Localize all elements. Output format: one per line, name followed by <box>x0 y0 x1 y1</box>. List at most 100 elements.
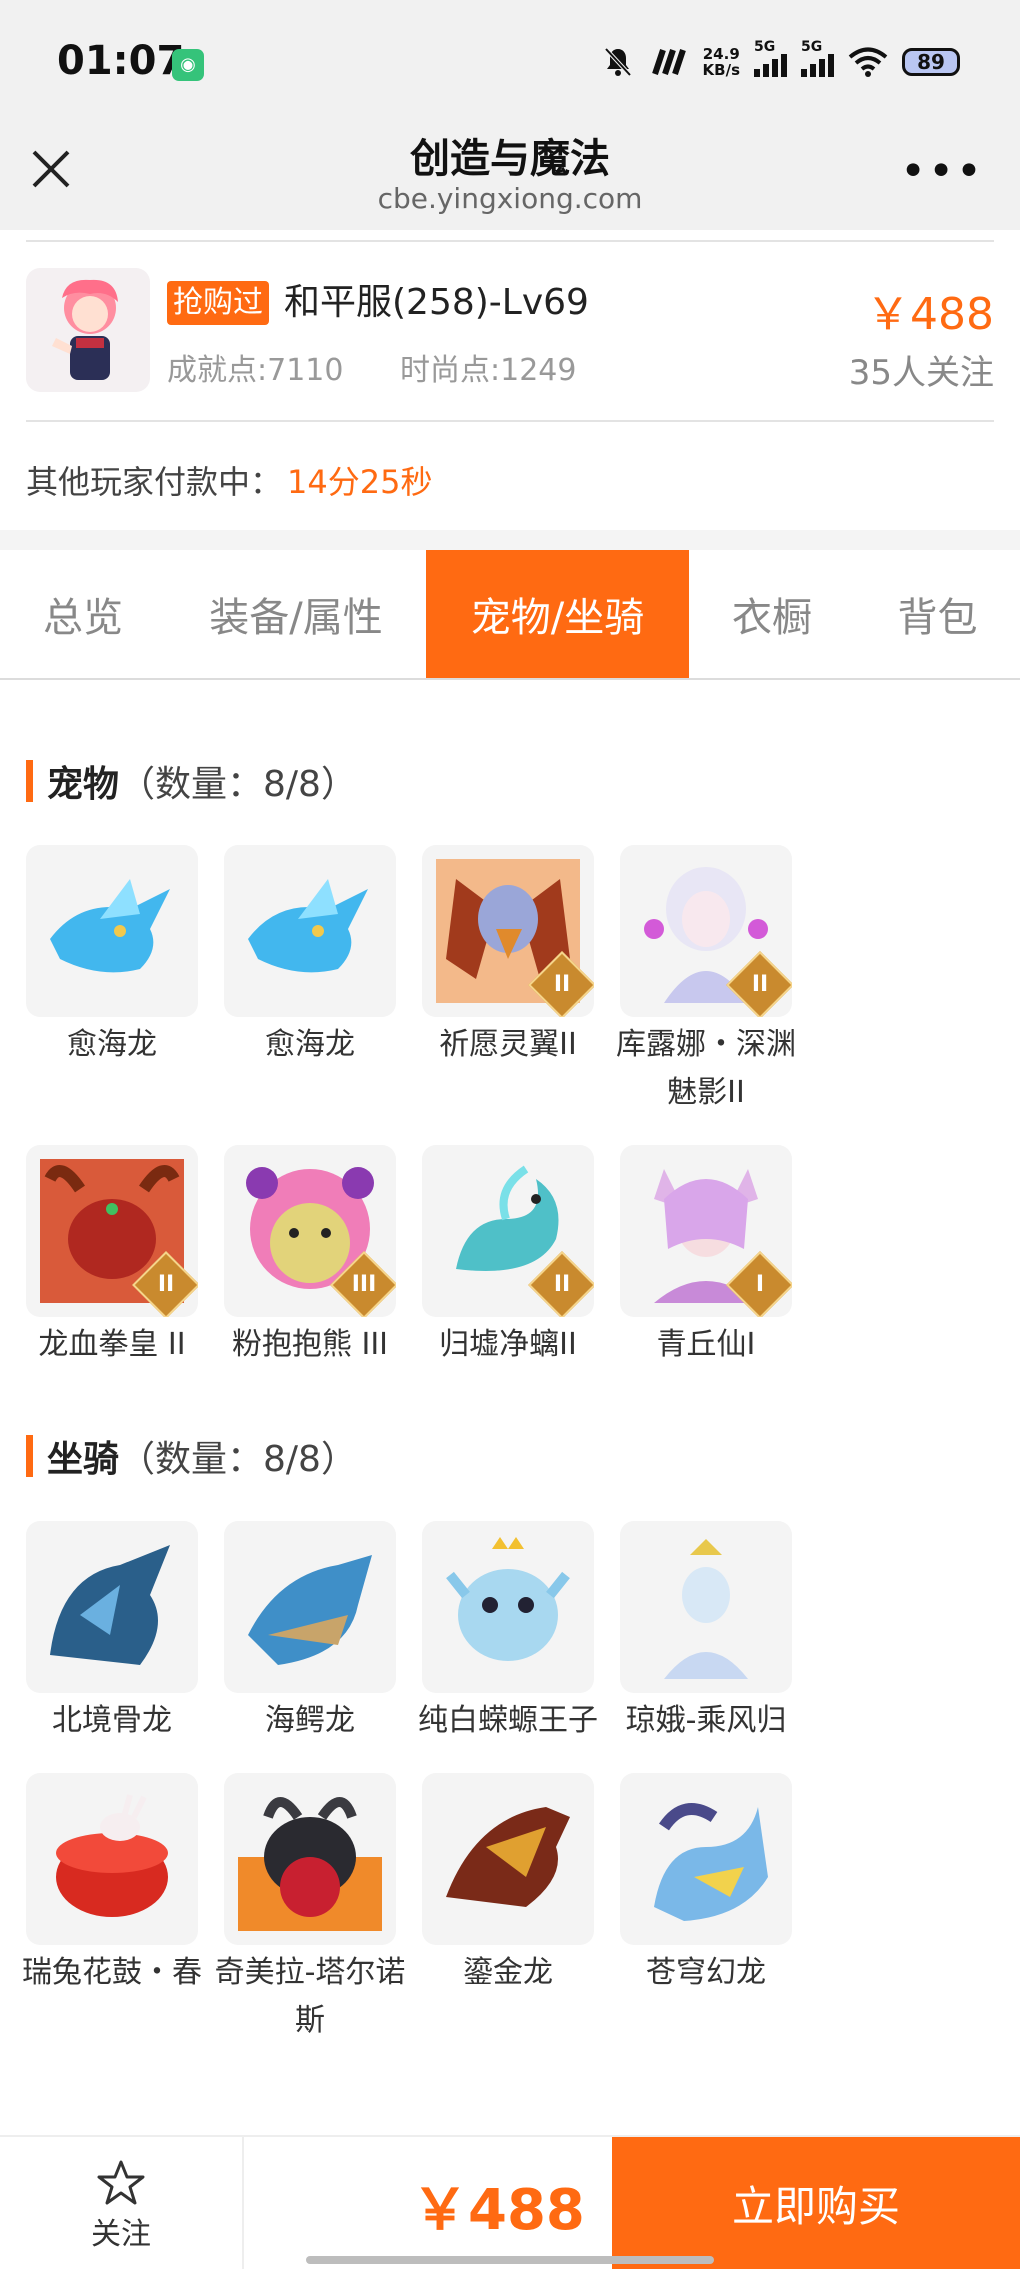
mounts-count: （数量：8/8） <box>119 1439 357 1480</box>
pet-item[interactable]: I 青丘仙I <box>620 1145 818 1369</box>
sky-dragon-mount-image <box>654 1803 768 1921</box>
net-speed: 24.9 KB/s <box>703 46 740 78</box>
tab-pets-mounts[interactable]: 宠物/坐骑 <box>426 550 689 678</box>
mounts-section-title: 坐骑 （数量：8/8） <box>26 1430 357 1482</box>
pet-item[interactable]: II 归墟净螭II <box>422 1145 620 1369</box>
divider <box>26 240 994 242</box>
rank-badge-label: I <box>755 1272 765 1297</box>
pet-item[interactable]: II 龙血拳皇 II <box>26 1145 224 1369</box>
bone-dragon-mount-image <box>50 1545 170 1665</box>
section-accent-bar <box>26 1435 33 1477</box>
pet-name: 青丘仙I <box>656 1327 756 1362</box>
mute-bell-icon <box>604 47 632 77</box>
pet-item[interactable]: 愈海龙 <box>224 845 422 1117</box>
mount-name: 纯白蝾螈王子 <box>418 1703 598 1738</box>
battery-level: 89 <box>917 50 945 74</box>
rank-badge-label: II <box>553 1272 571 1297</box>
page-title: 创造与魔法 <box>410 136 610 182</box>
payment-countdown: 14分25秒 <box>287 463 433 501</box>
net-speed-value: 24.9 <box>702 45 740 63</box>
dragon-pet-image <box>248 879 368 973</box>
pets-section-title: 宠物 （数量：8/8） <box>26 755 357 807</box>
status-icons: 24.9 KB/s 5G 5G 89 <box>601 39 960 84</box>
status-badge: 抢购过 <box>167 281 269 325</box>
croc-dragon-mount-image <box>248 1555 372 1665</box>
chimera-mount-image <box>238 1797 382 1931</box>
home-indicator[interactable] <box>306 2256 714 2264</box>
gold-dragon-mount-image <box>446 1807 570 1907</box>
character-avatar-image <box>52 279 118 380</box>
pet-name: 粉抱抱熊 III <box>231 1327 389 1362</box>
more-options-icon[interactable]: ••• <box>900 150 984 194</box>
tab-wardrobe[interactable]: 衣橱 <box>689 550 855 678</box>
followers-count: 35人关注 <box>848 353 994 393</box>
bottom-action-bar: 关注 ￥488 立即购买 <box>0 2135 1020 2269</box>
mounts-heading: 坐骑 <box>47 1439 120 1480</box>
mount-name: 琼娥-乘风归 <box>625 1703 787 1738</box>
pets-count: （数量：8/8） <box>119 764 357 805</box>
mount-item[interactable]: 纯白蝾螈王子 <box>418 1521 620 1745</box>
mount-name: 奇美拉-塔尔诺斯 <box>214 1955 406 2038</box>
mount-name: 瑞兔花鼓・春 <box>22 1955 202 1990</box>
pet-name: 愈海龙 <box>265 1027 355 1062</box>
pets-heading: 宠物 <box>47 764 120 805</box>
divider <box>26 420 994 422</box>
clock: 01:07 <box>57 38 185 84</box>
bottom-price: ￥488 <box>412 2178 585 2243</box>
follow-label: 关注 <box>91 2217 151 2252</box>
section-accent-bar <box>26 760 33 802</box>
fashion-points: 时尚点:1249 <box>400 353 577 388</box>
rank-badge-label: II <box>751 972 769 997</box>
mounts-grid: 北境骨龙 海鳄龙 纯白蝾螈王子 琼娥-乘风归 瑞兔花鼓・春 奇美拉-塔尔诺斯 鎏… <box>22 1521 1006 2073</box>
wifi-icon <box>848 47 888 77</box>
price: ￥488 <box>866 289 994 340</box>
mount-item[interactable]: 琼娥-乘风归 <box>620 1521 818 1745</box>
rank-badge-label: II <box>157 1272 175 1297</box>
pet-name: 龙血拳皇 II <box>38 1327 186 1362</box>
tab-backpack[interactable]: 背包 <box>855 550 1020 678</box>
buy-now-button[interactable]: 立即购买 <box>612 2137 1020 2269</box>
star-icon <box>97 2160 145 2205</box>
nfc-icon <box>651 49 686 75</box>
pet-item[interactable]: II 祈愿灵翼II <box>422 845 620 1117</box>
server-level: 和平服(258)-Lv69 <box>284 282 589 323</box>
tab-equipment[interactable]: 装备/属性 <box>166 550 426 678</box>
mount-name: 北境骨龙 <box>52 1703 172 1738</box>
nav-bar: 创造与魔法 cbe.yingxiong.com ••• <box>0 126 1020 230</box>
net-speed-unit: KB/s <box>702 61 740 79</box>
moon-goddess-mount-image <box>664 1539 748 1679</box>
pet-item[interactable]: 愈海龙 <box>26 845 224 1117</box>
dragon-pet-image <box>50 879 170 973</box>
signal-label: 5G <box>754 39 776 55</box>
pets-grid: 愈海龙 愈海龙 II 祈愿灵翼II II 库露娜・深渊魅影II II 龙血拳皇 … <box>26 845 1006 1397</box>
payment-label: 其他玩家付款中： <box>26 463 283 501</box>
follow-button[interactable]: 关注 <box>0 2137 244 2269</box>
mount-name: 苍穹幻龙 <box>646 1955 766 1990</box>
mount-name: 海鳄龙 <box>265 1703 355 1738</box>
pet-name: 愈海龙 <box>67 1027 157 1062</box>
battery-icon: 89 <box>902 48 960 76</box>
status-bar: 01:07 ◉ 24.9 KB/s 5G 5G 89 <box>0 0 1020 126</box>
mount-item[interactable]: 北境骨龙 <box>26 1521 224 1745</box>
axolotl-mount-image <box>446 1537 570 1661</box>
pet-item[interactable]: II 库露娜・深渊魅影II <box>616 845 818 1117</box>
signal-5g-2-icon: 5G <box>801 39 834 77</box>
mount-item[interactable]: 鎏金龙 <box>422 1773 620 2045</box>
mount-item[interactable]: 苍穹幻龙 <box>620 1773 818 2045</box>
signal-label: 5G <box>801 39 823 55</box>
achievement-points: 成就点:7110 <box>167 353 344 388</box>
rank-badge-label: II <box>553 972 571 997</box>
rabbit-drum-mount-image <box>56 1794 168 1917</box>
rank-badge-label: III <box>351 1272 377 1297</box>
page-url: cbe.yingxiong.com <box>377 182 643 215</box>
pet-item[interactable]: III 粉抱抱熊 III <box>224 1145 422 1369</box>
mount-item[interactable]: 奇美拉-塔尔诺斯 <box>215 1773 422 2045</box>
pet-name: 归墟净螭II <box>439 1327 577 1362</box>
pet-name: 祈愿灵翼II <box>439 1027 577 1062</box>
mount-item[interactable]: 海鳄龙 <box>224 1521 422 1745</box>
mount-name: 鎏金龙 <box>463 1955 553 1990</box>
avatar <box>26 268 150 392</box>
mount-item[interactable]: 瑞兔花鼓・春 <box>22 1773 224 2045</box>
tab-bar: 总览 装备/属性 宠物/坐骑 衣橱 背包 <box>0 550 1020 680</box>
tab-overview[interactable]: 总览 <box>0 550 166 678</box>
